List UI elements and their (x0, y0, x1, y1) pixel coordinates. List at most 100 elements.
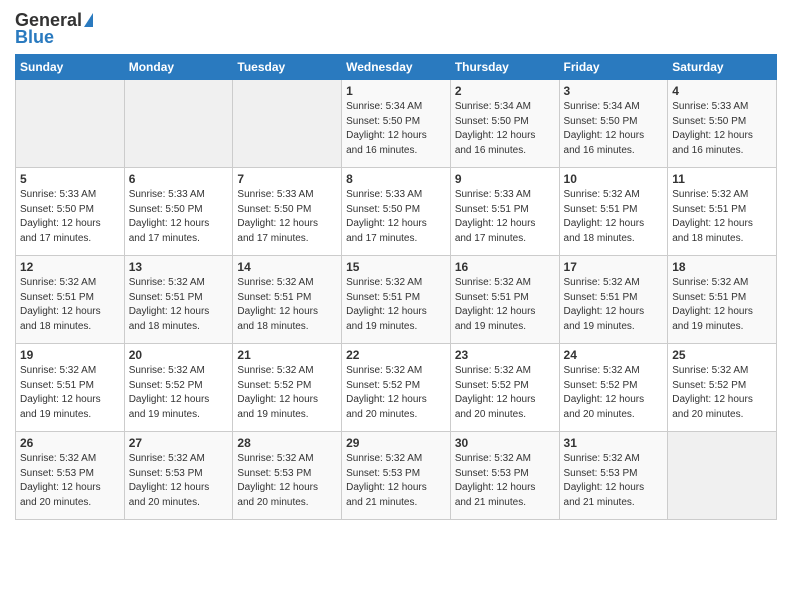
calendar-day-cell: 15 Sunrise: 5:32 AM Sunset: 5:51 PM Dayli… (342, 256, 451, 344)
day-number: 22 (346, 348, 446, 362)
day-info: Sunrise: 5:32 AM Sunset: 5:53 PM Dayligh… (564, 452, 664, 510)
day-of-week-header: Sunday (16, 55, 125, 80)
day-number: 20 (129, 348, 229, 362)
day-number: 4 (672, 84, 772, 98)
day-of-week-header: Wednesday (342, 55, 451, 80)
calendar-week-row: 19Sunrise: 5:32 AM Sunset: 5:51 PM Dayli… (16, 344, 777, 432)
calendar-day-cell: 13 Sunrise: 5:32 AM Sunset: 5:51 PM Dayli… (124, 256, 233, 344)
calendar-day-cell: 26 Sunrise: 5:32 AM Sunset: 5:53 PM Dayli… (16, 432, 125, 520)
day-number: 18 (672, 260, 772, 274)
day-number: 21 (237, 348, 337, 362)
day-info: Sunrise: 5:32 AM Sunset: 5:51 PM Dayligh… (672, 188, 772, 246)
calendar-day-cell: 17 Sunrise: 5:32 AM Sunset: 5:51 PM Dayli… (559, 256, 668, 344)
day-info: Sunrise: 5:32 AM Sunset: 5:52 PM Dayligh… (455, 364, 555, 422)
calendar-week-row: 26 Sunrise: 5:32 AM Sunset: 5:53 PM Dayli… (16, 432, 777, 520)
day-info: Sunrise: 5:34 AM Sunset: 5:50 PM Dayligh… (564, 100, 664, 158)
day-number: 14 (237, 260, 337, 274)
day-number: 12 (20, 260, 120, 274)
day-number: 16 (455, 260, 555, 274)
calendar-header-row: SundayMondayTuesdayWednesdayThursdayFrid… (16, 55, 777, 80)
calendar-day-cell: 20 Sunrise: 5:32 AM Sunset: 5:52 PM Dayli… (124, 344, 233, 432)
day-number: 1 (346, 84, 446, 98)
day-of-week-header: Thursday (450, 55, 559, 80)
calendar-day-cell: 18 Sunrise: 5:32 AM Sunset: 5:51 PM Dayli… (668, 256, 777, 344)
day-number: 13 (129, 260, 229, 274)
calendar-day-cell: 9 Sunrise: 5:33 AM Sunset: 5:51 PM Daylig… (450, 168, 559, 256)
calendar-day-cell: 27Sunrise: 5:32 AM Sunset: 5:53 PM Dayli… (124, 432, 233, 520)
day-info: Sunrise: 5:33 AM Sunset: 5:50 PM Dayligh… (237, 188, 337, 246)
day-info: Sunrise: 5:32 AM Sunset: 5:53 PM Dayligh… (237, 452, 337, 510)
calendar-day-cell: 25 Sunrise: 5:32 AM Sunset: 5:52 PM Dayli… (668, 344, 777, 432)
logo-triangle-icon (84, 13, 93, 27)
day-info: Sunrise: 5:33 AM Sunset: 5:50 PM Dayligh… (346, 188, 446, 246)
day-info: Sunrise: 5:34 AM Sunset: 5:50 PM Dayligh… (455, 100, 555, 158)
day-info: Sunrise: 5:32 AM Sunset: 5:51 PM Dayligh… (129, 276, 229, 334)
calendar-day-cell: 22 Sunrise: 5:32 AM Sunset: 5:52 PM Dayli… (342, 344, 451, 432)
day-info: Sunrise: 5:32 AM Sunset: 5:51 PM Dayligh… (455, 276, 555, 334)
calendar-week-row: 5 Sunrise: 5:33 AM Sunset: 5:50 PM Daylig… (16, 168, 777, 256)
day-info: Sunrise: 5:32 AM Sunset: 5:52 PM Dayligh… (672, 364, 772, 422)
day-number: 23 (455, 348, 555, 362)
day-info: Sunrise: 5:33 AM Sunset: 5:50 PM Dayligh… (129, 188, 229, 246)
day-of-week-header: Friday (559, 55, 668, 80)
calendar-week-row: 12 Sunrise: 5:32 AM Sunset: 5:51 PM Dayli… (16, 256, 777, 344)
day-number: 31 (564, 436, 664, 450)
calendar-day-cell: 10 Sunrise: 5:32 AM Sunset: 5:51 PM Dayli… (559, 168, 668, 256)
day-info: Sunrise: 5:32 AM Sunset: 5:52 PM Dayligh… (564, 364, 664, 422)
calendar-body: 1 Sunrise: 5:34 AM Sunset: 5:50 PM Daylig… (16, 80, 777, 520)
day-number: 15 (346, 260, 446, 274)
calendar-day-cell: 11 Sunrise: 5:32 AM Sunset: 5:51 PM Dayli… (668, 168, 777, 256)
day-info: Sunrise: 5:32 AM Sunset: 5:51 PM Dayligh… (20, 276, 120, 334)
day-info: Sunrise: 5:32 AM Sunset: 5:53 PM Dayligh… (455, 452, 555, 510)
day-number: 9 (455, 172, 555, 186)
header: General Blue (15, 10, 777, 48)
day-info: Sunrise: 5:32 AM Sunset: 5:51 PM Dayligh… (20, 364, 120, 422)
calendar-day-cell: 12 Sunrise: 5:32 AM Sunset: 5:51 PM Dayli… (16, 256, 125, 344)
calendar-day-cell (668, 432, 777, 520)
calendar-day-cell: 14 Sunrise: 5:32 AM Sunset: 5:51 PM Dayli… (233, 256, 342, 344)
day-info: Sunrise: 5:32 AM Sunset: 5:51 PM Dayligh… (672, 276, 772, 334)
day-info: Sunrise: 5:32 AM Sunset: 5:53 PM Dayligh… (129, 452, 229, 510)
day-info: Sunrise: 5:32 AM Sunset: 5:53 PM Dayligh… (20, 452, 120, 510)
day-number: 29 (346, 436, 446, 450)
day-number: 26 (20, 436, 120, 450)
calendar-day-cell: 23 Sunrise: 5:32 AM Sunset: 5:52 PM Dayli… (450, 344, 559, 432)
calendar-day-cell: 2 Sunrise: 5:34 AM Sunset: 5:50 PM Daylig… (450, 80, 559, 168)
day-number: 28 (237, 436, 337, 450)
day-of-week-header: Monday (124, 55, 233, 80)
day-number: 30 (455, 436, 555, 450)
day-info: Sunrise: 5:34 AM Sunset: 5:50 PM Dayligh… (346, 100, 446, 158)
calendar-day-cell: 3 Sunrise: 5:34 AM Sunset: 5:50 PM Daylig… (559, 80, 668, 168)
calendar-week-row: 1 Sunrise: 5:34 AM Sunset: 5:50 PM Daylig… (16, 80, 777, 168)
day-number: 8 (346, 172, 446, 186)
day-info: Sunrise: 5:32 AM Sunset: 5:53 PM Dayligh… (346, 452, 446, 510)
day-of-week-header: Tuesday (233, 55, 342, 80)
day-info: Sunrise: 5:33 AM Sunset: 5:50 PM Dayligh… (20, 188, 120, 246)
day-number: 3 (564, 84, 664, 98)
calendar-day-cell (124, 80, 233, 168)
day-info: Sunrise: 5:32 AM Sunset: 5:52 PM Dayligh… (129, 364, 229, 422)
day-info: Sunrise: 5:33 AM Sunset: 5:51 PM Dayligh… (455, 188, 555, 246)
day-number: 25 (672, 348, 772, 362)
day-number: 11 (672, 172, 772, 186)
calendar-day-cell: 6 Sunrise: 5:33 AM Sunset: 5:50 PM Daylig… (124, 168, 233, 256)
day-number: 10 (564, 172, 664, 186)
day-info: Sunrise: 5:32 AM Sunset: 5:51 PM Dayligh… (564, 276, 664, 334)
calendar-day-cell: 24 Sunrise: 5:32 AM Sunset: 5:52 PM Dayli… (559, 344, 668, 432)
calendar-table: SundayMondayTuesdayWednesdayThursdayFrid… (15, 54, 777, 520)
day-number: 6 (129, 172, 229, 186)
day-info: Sunrise: 5:32 AM Sunset: 5:51 PM Dayligh… (346, 276, 446, 334)
day-number: 17 (564, 260, 664, 274)
day-number: 5 (20, 172, 120, 186)
calendar-day-cell: 5 Sunrise: 5:33 AM Sunset: 5:50 PM Daylig… (16, 168, 125, 256)
day-info: Sunrise: 5:32 AM Sunset: 5:51 PM Dayligh… (237, 276, 337, 334)
day-number: 2 (455, 84, 555, 98)
calendar-day-cell: 16 Sunrise: 5:32 AM Sunset: 5:51 PM Dayli… (450, 256, 559, 344)
calendar-day-cell: 1 Sunrise: 5:34 AM Sunset: 5:50 PM Daylig… (342, 80, 451, 168)
day-info: Sunrise: 5:32 AM Sunset: 5:52 PM Dayligh… (346, 364, 446, 422)
day-number: 24 (564, 348, 664, 362)
day-info: Sunrise: 5:32 AM Sunset: 5:51 PM Dayligh… (564, 188, 664, 246)
calendar-day-cell: 28 Sunrise: 5:32 AM Sunset: 5:53 PM Dayli… (233, 432, 342, 520)
calendar-day-cell (16, 80, 125, 168)
logo-blue: Blue (15, 27, 54, 48)
